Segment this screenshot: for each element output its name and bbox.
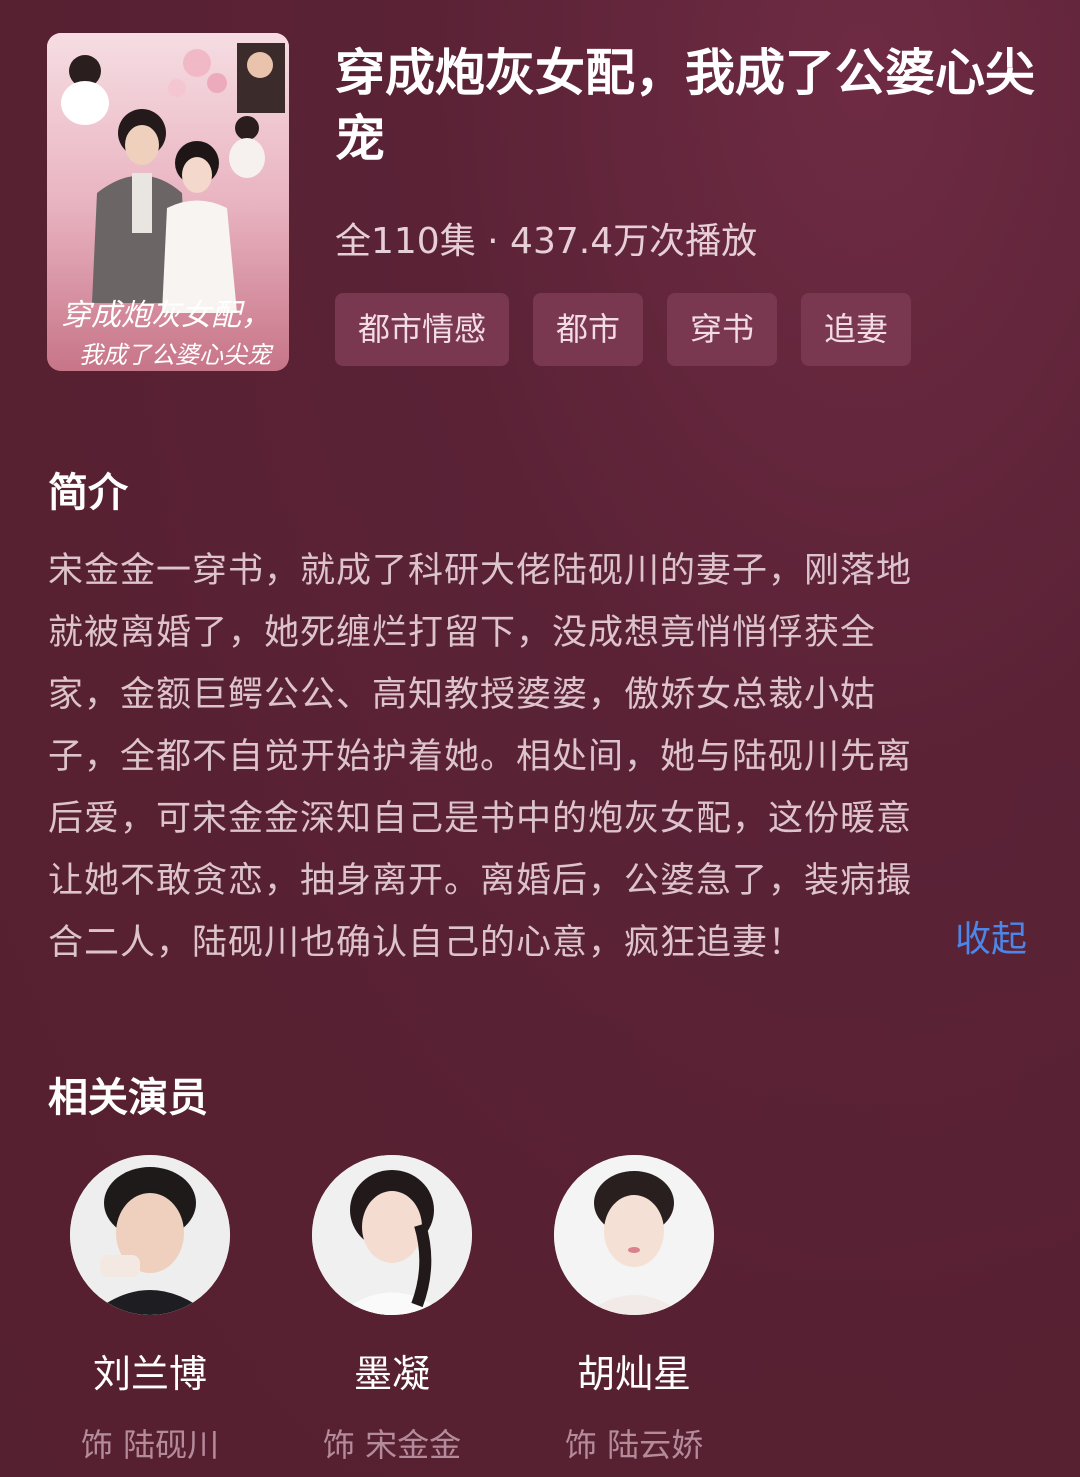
actor-avatar[interactable] <box>312 1155 472 1315</box>
actor-card[interactable]: 墨凝 饰 宋金金 <box>292 1155 492 1466</box>
actor-role: 饰 陆云娇 <box>564 1426 704 1464</box>
actor-avatar[interactable] <box>554 1155 714 1315</box>
actor-name: 刘兰博 <box>92 1352 207 1396</box>
tag-chasing-wife[interactable]: 追妻 <box>801 293 912 366</box>
actor-role: 饰 宋金金 <box>322 1426 462 1464</box>
tag-urban[interactable]: 都市 <box>533 293 644 366</box>
synopsis-line: 让她不敢贪恋，抽身离开。离婚后，公婆急了，装病撮 <box>48 861 913 901</box>
actor-role: 饰 陆砚川 <box>80 1426 220 1464</box>
drama-title: 穿成炮灰女配，我成了公婆心尖宠 <box>335 44 1035 168</box>
actor-name: 墨凝 <box>353 1352 430 1396</box>
synopsis-line: 后爱，可宋金金深知自己是书中的炮灰女配，这份暖意 <box>48 799 913 839</box>
synopsis-line: 子，全都不自觉开始护着她。相处间，她与陆砚川先离 <box>48 737 913 777</box>
drama-poster-image[interactable]: 穿成炮灰女配， 我成了公婆心尖宠 <box>47 33 289 371</box>
synopsis-text: 宋金金一穿书，就成了科研大佬陆砚川的妻子，刚落地 就被离婚了，她死缠烂打留下，没… <box>48 540 1038 974</box>
synopsis-line: 合二人，陆砚川也确认自己的心意，疯狂追妻！ <box>48 923 805 963</box>
actor-card[interactable]: 胡灿星 饰 陆云娇 <box>534 1155 734 1466</box>
synopsis-line: 家，金额巨鳄公公、高知教授婆婆，傲娇女总裁小姑 <box>48 675 877 715</box>
actors-heading: 相关演员 <box>48 1075 208 1121</box>
collapse-synopsis-button[interactable]: 收起 <box>955 910 1027 962</box>
genre-tags: 都市情感 都市 穿书 追妻 <box>335 293 912 366</box>
poster-title-line2: 我成了公婆心尖宠 <box>79 341 274 369</box>
episode-play-count: 全110集 · 437.4万次播放 <box>335 221 758 262</box>
synopsis-line: 就被离婚了，她死缠烂打留下，没成想竟悄悄俘获全 <box>48 613 877 653</box>
tag-urban-romance[interactable]: 都市情感 <box>335 293 510 366</box>
synopsis-line: 宋金金一穿书，就成了科研大佬陆砚川的妻子，刚落地 <box>48 551 913 591</box>
drama-detail-page: 穿成炮灰女配， 我成了公婆心尖宠 穿成炮灰女配，我成了公婆心尖宠 全110集 ·… <box>0 0 1080 1477</box>
actor-card[interactable]: 刘兰博 饰 陆砚川 <box>50 1155 250 1466</box>
tag-book-transmigration[interactable]: 穿书 <box>667 293 778 366</box>
actor-avatar[interactable] <box>70 1155 230 1315</box>
poster-title-line1: 穿成炮灰女配， <box>61 298 271 333</box>
synopsis-heading: 简介 <box>48 470 128 516</box>
actor-name: 胡灿星 <box>576 1352 691 1396</box>
